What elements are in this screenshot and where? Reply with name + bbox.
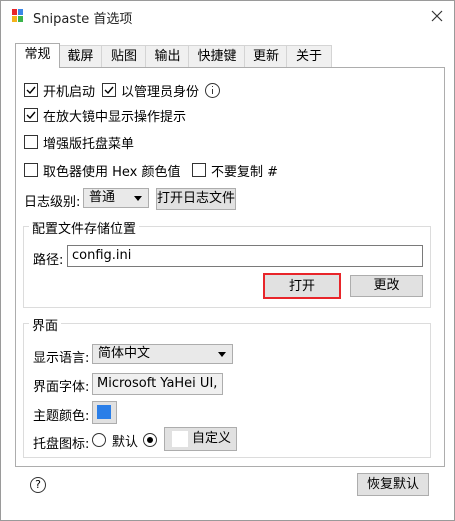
log-level-select[interactable]: 普通: [83, 188, 149, 208]
change-config-button[interactable]: 更改: [350, 275, 423, 297]
help-icon[interactable]: ?: [30, 477, 46, 493]
config-location-title: 配置文件存储位置: [29, 218, 140, 237]
theme-color-label: 主题颜色:: [33, 409, 90, 424]
magnifier-tips-label: 在放大镜中显示操作提示: [43, 109, 187, 125]
color-picker-hex-label: 取色器使用 Hex 颜色值: [43, 164, 181, 180]
chevron-down-icon: [218, 352, 226, 357]
tray-custom-button[interactable]: 自定义: [164, 427, 237, 451]
tab-about[interactable]: 关于: [286, 45, 332, 67]
open-config-button[interactable]: 打开: [263, 273, 341, 299]
color-picker-hex-option[interactable]: 取色器使用 Hex 颜色值: [24, 160, 181, 180]
tray-default-radio[interactable]: [92, 433, 106, 447]
font-label: 界面字体:: [33, 380, 90, 395]
enhanced-tray-option[interactable]: 增强版托盘菜单: [24, 132, 134, 152]
general-panel: 开机启动 以管理员身份 在放大镜中显示操作提示 增强版托盘菜单 取色器使用 He…: [15, 67, 445, 467]
language-label: 显示语言:: [33, 351, 90, 366]
close-icon: [431, 10, 443, 22]
tab-pin[interactable]: 贴图: [101, 45, 147, 67]
run-as-admin-label: 以管理员身份: [121, 84, 200, 100]
color-picker-hex-checkbox[interactable]: [24, 163, 38, 177]
magnifier-tips-option[interactable]: 在放大镜中显示操作提示: [24, 105, 186, 125]
tab-update[interactable]: 更新: [244, 45, 288, 67]
enhanced-tray-checkbox[interactable]: [24, 135, 38, 149]
snipaste-logo-icon: [12, 9, 26, 23]
interface-title: 界面: [29, 315, 62, 334]
config-location-group: 配置文件存储位置 路径: config.ini 打开 更改: [23, 218, 431, 308]
no-copy-hash-option[interactable]: 不要复制 #: [192, 160, 278, 180]
tray-icon-label: 托盘图标:: [33, 437, 90, 452]
autostart-checkbox[interactable]: [24, 83, 38, 97]
tray-icon-preview: [172, 431, 188, 447]
theme-color-swatch: [97, 405, 111, 419]
tab-general[interactable]: 常规: [15, 43, 60, 68]
info-icon[interactable]: [205, 82, 221, 98]
tab-capture[interactable]: 截屏: [58, 45, 103, 67]
config-path-field[interactable]: config.ini: [67, 245, 423, 267]
tray-default-option[interactable]: 默认: [92, 430, 138, 450]
theme-color-button[interactable]: [92, 401, 117, 424]
no-copy-hash-label: 不要复制 #: [211, 164, 279, 180]
no-copy-hash-checkbox[interactable]: [192, 163, 206, 177]
chevron-down-icon: [134, 196, 142, 201]
open-config-label: 打开: [288, 279, 315, 294]
autostart-label: 开机启动: [43, 84, 96, 100]
magnifier-tips-checkbox[interactable]: [24, 108, 38, 122]
autostart-option[interactable]: 开机启动: [24, 80, 95, 100]
open-log-button[interactable]: 打开日志文件: [156, 188, 236, 210]
language-select[interactable]: 简体中文: [92, 344, 233, 364]
language-value: 简体中文: [98, 346, 151, 361]
enhanced-tray-label: 增强版托盘菜单: [43, 136, 135, 152]
preferences-window: Snipaste 首选项 常规 截屏 贴图 输出 快捷键 更新 关于 开机启动 …: [0, 0, 455, 521]
log-level-label: 日志级别:: [24, 195, 81, 210]
restore-defaults-button[interactable]: 恢复默认: [357, 473, 429, 496]
log-level-value: 普通: [89, 190, 116, 205]
tab-output[interactable]: 输出: [145, 45, 190, 67]
tray-default-label: 默认: [112, 434, 139, 450]
title-bar: Snipaste 首选项: [1, 1, 454, 31]
close-button[interactable]: [426, 5, 448, 27]
path-label: 路径:: [33, 253, 64, 268]
tray-custom-option[interactable]: [143, 430, 163, 450]
tray-custom-radio[interactable]: [143, 433, 157, 447]
window-title: Snipaste 首选项: [33, 12, 133, 27]
run-as-admin-checkbox[interactable]: [102, 83, 116, 97]
run-as-admin-option[interactable]: 以管理员身份: [102, 80, 221, 100]
tab-shortcuts[interactable]: 快捷键: [188, 45, 246, 67]
tray-custom-label: 自定义: [192, 431, 232, 446]
interface-group: 界面 显示语言: 简体中文 界面字体: Microsoft YaHei UI, …: [23, 315, 431, 458]
font-select-button[interactable]: Microsoft YaHei UI, 9: [92, 373, 223, 395]
